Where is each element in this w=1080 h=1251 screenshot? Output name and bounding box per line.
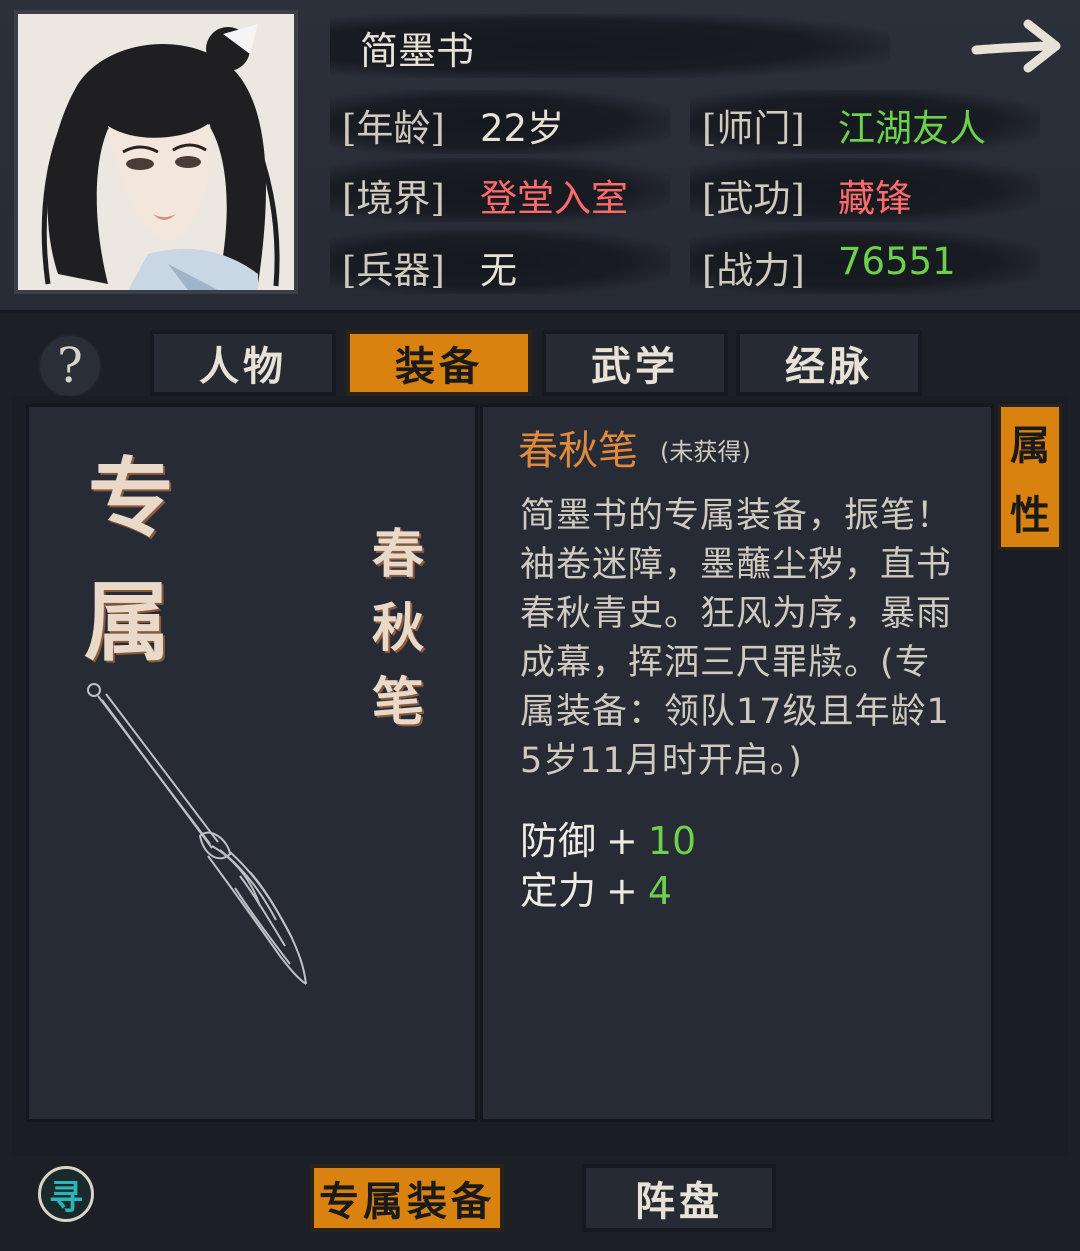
stat-value-age: 22岁	[480, 107, 565, 150]
portrait-image	[18, 14, 294, 290]
attribute-plus: +	[606, 869, 638, 913]
calligraphy-brush-icon	[80, 676, 320, 996]
side-tab-char: 性	[1010, 492, 1050, 539]
tab-character[interactable]: 人物	[150, 330, 336, 396]
character-portrait	[14, 10, 298, 294]
character-name: 简墨书	[360, 29, 475, 73]
bottom-bar	[0, 1156, 1080, 1251]
item-title: 春秋笔	[518, 428, 638, 474]
item-description: 简墨书的专属装备，振笔！袖卷迷障，墨蘸尘秽，直书春秋青史。狂风为序，暴雨成幕，挥…	[520, 496, 953, 781]
tab-attributes[interactable]: 属 性	[998, 404, 1062, 550]
attribute-name: 防御	[520, 819, 597, 863]
tab-equipment[interactable]: 装备	[346, 330, 532, 396]
stat-label-realm: [境界]	[342, 177, 445, 220]
stat-value-martial-art: 藏锋	[838, 177, 912, 220]
attribute-plus: +	[606, 819, 638, 863]
stat-value-weapon: 无	[480, 249, 517, 292]
stat-label-power: [战力]	[702, 249, 805, 292]
stat-value-power: 76551	[838, 240, 956, 283]
attribute-value: 10	[647, 819, 697, 863]
side-tab-char: 属	[1010, 422, 1050, 469]
attribute-value: 4	[647, 869, 673, 913]
stat-label-martial-art: [武功]	[702, 177, 805, 220]
tab-formation[interactable]: 阵盘	[582, 1164, 776, 1232]
tab-exclusive-equipment[interactable]: 专属装备	[310, 1164, 504, 1232]
stat-label-weapon: [兵器]	[342, 249, 445, 292]
item-status: (未获得)	[660, 438, 751, 466]
item-name-vertical-char: 秋	[372, 598, 425, 659]
stat-value-realm: 登堂入室	[480, 177, 628, 220]
item-name-vertical-char: 笔	[372, 672, 425, 733]
next-character-arrow-icon[interactable]	[968, 10, 1068, 82]
attribute-row: 定力 +4	[520, 860, 672, 915]
category-char: 属	[84, 572, 170, 673]
stat-label-sect: [师门]	[702, 107, 805, 150]
stat-label-age: [年龄]	[342, 107, 445, 150]
tab-martial-arts[interactable]: 武学	[542, 330, 728, 396]
stat-value-sect: 江湖友人	[838, 107, 986, 150]
seek-button[interactable]: 寻	[38, 1166, 94, 1222]
category-char: 专	[88, 448, 174, 549]
question-mark-icon[interactable]: ?	[38, 334, 102, 398]
attribute-name: 定力	[520, 869, 597, 913]
item-name-vertical-char: 春	[372, 524, 425, 585]
attribute-row: 防御 +10	[520, 810, 696, 865]
tab-meridians[interactable]: 经脉	[736, 330, 922, 396]
